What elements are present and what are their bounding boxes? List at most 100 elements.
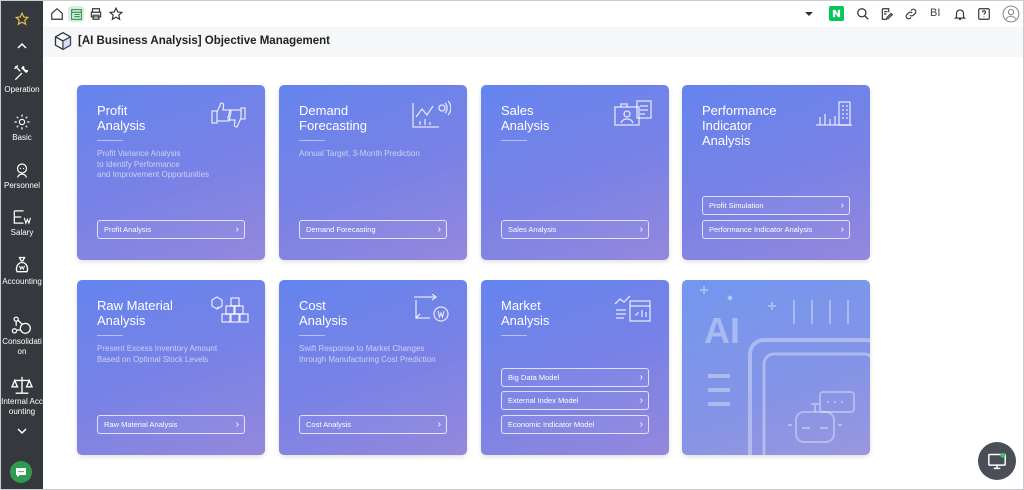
tools-icon (14, 65, 29, 81)
user-avatar-icon[interactable] (1002, 5, 1020, 23)
search-icon[interactable] (855, 6, 871, 22)
sidebar-item-label: Personnel (3, 181, 41, 190)
card-description: Swift Response to Market Changes through… (299, 344, 436, 364)
chevron-right-icon: › (639, 418, 643, 430)
salary-icon (13, 210, 31, 225)
performance-indicator-analysis-button[interactable]: Performance Indicator Analysis › (702, 220, 850, 239)
sidebar-item-label: Accounting (2, 277, 42, 286)
button-label: Performance Indicator Analysis (709, 225, 813, 234)
card-divider (501, 335, 527, 336)
sidebar-item-consolidation[interactable]: Consolidation (1, 315, 43, 357)
external-index-model-button[interactable]: External Index Model › (501, 391, 649, 410)
naver-n-icon[interactable] (829, 6, 844, 21)
home-icon[interactable] (49, 6, 65, 22)
card-divider (97, 335, 123, 336)
card-title: Raw Material Analysis (97, 298, 173, 328)
card-divider (299, 140, 325, 141)
sidebar-item-personnel[interactable]: Personnel (1, 161, 43, 191)
cost-analysis-button[interactable]: Cost Analysis › (299, 415, 447, 434)
ai-watermark-text: AI (704, 310, 740, 351)
sidebar-item-accounting[interactable]: Accounting (1, 255, 43, 287)
card-divider (97, 140, 123, 141)
chevron-right-icon: › (235, 223, 239, 235)
favorites-star-icon[interactable] (1, 9, 43, 29)
print-icon[interactable] (88, 6, 104, 22)
market-dashboard-icon (613, 294, 653, 329)
help-icon[interactable] (976, 6, 992, 22)
card-description: Annual Target, 3-Month Prediction (299, 149, 420, 158)
profit-simulation-button[interactable]: Profit Simulation › (702, 196, 850, 215)
sidebar-item-salary[interactable]: Salary (1, 208, 43, 238)
button-label: External Index Model (508, 396, 579, 405)
link-icon[interactable] (903, 6, 919, 22)
card-performance-indicator-analysis: Performance Indicator Analysis Profit Si… (682, 85, 870, 260)
sidebar-item-label: Operation (4, 85, 40, 94)
card-description: Present Excess Inventory Amount Based on… (97, 344, 218, 364)
chevron-right-icon: › (639, 223, 643, 235)
screen-list-icon[interactable] (68, 6, 84, 22)
chevron-right-icon: › (639, 371, 643, 383)
sidebar-item-label: Consolidation (2, 337, 42, 356)
card-ai-illustration: AI (682, 280, 870, 455)
button-label: Raw Material Analysis (104, 420, 178, 429)
card-title: Performance Indicator Analysis (702, 103, 777, 148)
card-title: Market Analysis (501, 298, 550, 328)
dropdown-caret-icon[interactable] (801, 6, 817, 22)
card-demand-forecasting: Demand Forecasting Annual Target, 3-Mont… (279, 85, 467, 260)
scroll-up-chevron-icon[interactable] (1, 37, 43, 53)
thumbs-up-down-icon (209, 99, 249, 136)
sidebar-item-label: Internal Accounting (1, 397, 43, 416)
button-label: Cost Analysis (306, 420, 352, 429)
scale-icon (11, 376, 33, 394)
bookmark-star-icon[interactable] (108, 6, 124, 22)
forecast-chart-icon (411, 99, 452, 134)
sidebar-item-label: Salary (10, 228, 34, 237)
building-chart-icon (814, 99, 854, 132)
sales-board-icon (613, 99, 653, 134)
button-label: Sales Analysis (508, 225, 557, 234)
card-description: Profit Variance Analysis to Identify Per… (97, 149, 210, 179)
sidebar-item-label: Basic (12, 133, 32, 142)
raw-material-analysis-button[interactable]: Raw Material Analysis › (97, 415, 245, 434)
cube-icon (53, 31, 73, 56)
chevron-right-icon: › (840, 199, 844, 211)
monitor-icon (988, 452, 1006, 470)
chevron-right-icon: › (840, 223, 844, 235)
card-title: Profit Analysis (97, 103, 146, 133)
bi-button[interactable]: BI (930, 7, 940, 19)
demand-forecasting-button[interactable]: Demand Forecasting › (299, 220, 447, 239)
page-title: [AI Business Analysis] Objective Managem… (78, 35, 331, 47)
chevron-right-icon: › (437, 418, 441, 430)
button-label: Big Data Model (508, 373, 560, 382)
chevron-right-icon: › (639, 394, 643, 406)
scroll-down-chevron-icon[interactable] (1, 423, 43, 439)
card-divider (501, 140, 527, 141)
gear-icon (14, 114, 30, 130)
button-label: Profit Analysis (104, 225, 152, 234)
card-title: Demand Forecasting (299, 103, 367, 133)
chevron-right-icon: › (437, 223, 441, 235)
button-label: Economic Indicator Model (508, 420, 595, 429)
edit-note-icon[interactable] (879, 6, 895, 22)
ai-robot-illustration (700, 286, 870, 455)
economic-indicator-model-button[interactable]: Economic Indicator Model › (501, 415, 649, 434)
card-market-analysis: Market Analysis Big Data Model › External… (481, 280, 669, 455)
sales-analysis-button[interactable]: Sales Analysis › (501, 220, 649, 239)
notification-bell-icon[interactable] (952, 6, 968, 22)
sidebar-item-basic[interactable]: Basic (1, 113, 43, 143)
cost-exchange-icon (411, 293, 451, 329)
big-data-model-button[interactable]: Big Data Model › (501, 368, 649, 387)
chat-button[interactable] (10, 461, 32, 483)
sidebar-item-operation[interactable]: Operation (1, 63, 43, 95)
card-raw-material-analysis: Raw Material Analysis Present Excess Inv… (77, 280, 265, 455)
remote-support-button[interactable] (978, 442, 1016, 480)
profit-analysis-button[interactable]: Profit Analysis › (97, 220, 245, 239)
money-bag-icon (15, 256, 29, 273)
card-title: Cost Analysis (299, 298, 348, 328)
person-icon (16, 163, 28, 178)
chevron-right-icon: › (235, 418, 239, 430)
chat-icon (16, 467, 26, 477)
card-cost-analysis: Cost Analysis Swift Response to Market C… (279, 280, 467, 455)
sidebar-item-internal-accounting[interactable]: Internal Accounting (1, 375, 43, 417)
left-sidebar: Operation Basic Personnel Salary Account… (1, 1, 43, 489)
